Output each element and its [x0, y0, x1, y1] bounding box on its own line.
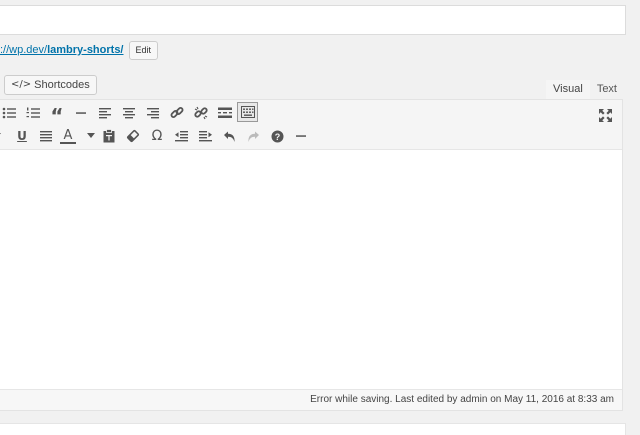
bulleted-list-icon[interactable]: [0, 102, 20, 124]
editor-container: “ U A Ω ? Error while saving. Last edite…: [0, 99, 623, 411]
meta-box: [0, 423, 626, 435]
save-status-text: Error while saving. Last edited by admin…: [310, 394, 614, 405]
format-dropdown-arrow-icon[interactable]: [0, 125, 8, 147]
align-center-icon[interactable]: [118, 102, 140, 124]
permalink-url[interactable]: ://wp.dev/lambry-shorts/: [0, 44, 124, 56]
editor-toolbar: “ U A Ω ?: [0, 100, 622, 150]
redo-icon[interactable]: [242, 125, 264, 147]
insert-link-icon[interactable]: [166, 102, 188, 124]
remove-link-icon[interactable]: [190, 102, 212, 124]
shortcodes-label: Shortcodes: [34, 79, 90, 91]
align-left-icon[interactable]: [94, 102, 116, 124]
editor-tabs: Visual Text: [546, 80, 624, 99]
tab-visual[interactable]: Visual: [546, 80, 590, 99]
permalink-bar: ://wp.dev/lambry-shorts/ Edit: [0, 40, 159, 60]
justify-icon[interactable]: [35, 125, 57, 147]
outdent-icon[interactable]: [170, 125, 192, 147]
undo-icon[interactable]: [218, 125, 240, 147]
indent-icon[interactable]: [194, 125, 216, 147]
clear-formatting-icon[interactable]: [122, 125, 144, 147]
editor-content-area[interactable]: [0, 151, 622, 389]
read-more-icon[interactable]: [214, 102, 236, 124]
underline-icon[interactable]: U: [11, 125, 33, 147]
help-icon[interactable]: ?: [266, 125, 288, 147]
blockquote-icon[interactable]: “: [46, 102, 68, 128]
post-title-input[interactable]: [0, 5, 626, 35]
horizontal-line-icon[interactable]: [70, 102, 92, 124]
tab-text[interactable]: Text: [590, 80, 624, 99]
paste-as-text-icon[interactable]: [98, 125, 120, 147]
editor-status-bar: Error while saving. Last edited by admin…: [0, 389, 622, 410]
toolbar-toggle-icon[interactable]: [237, 102, 258, 122]
text-color-icon[interactable]: A: [60, 128, 76, 144]
help-glyph: ?: [274, 131, 280, 141]
special-character-icon[interactable]: Ω: [146, 125, 168, 147]
align-right-icon[interactable]: [142, 102, 164, 124]
shortcodes-button[interactable]: </> Shortcodes: [4, 75, 97, 95]
edit-permalink-button[interactable]: Edit: [128, 40, 159, 60]
numbered-list-icon[interactable]: [22, 102, 44, 124]
code-icon: </>: [11, 79, 32, 90]
distraction-free-icon[interactable]: [594, 104, 616, 126]
horizontal-rule-icon[interactable]: [290, 125, 312, 147]
